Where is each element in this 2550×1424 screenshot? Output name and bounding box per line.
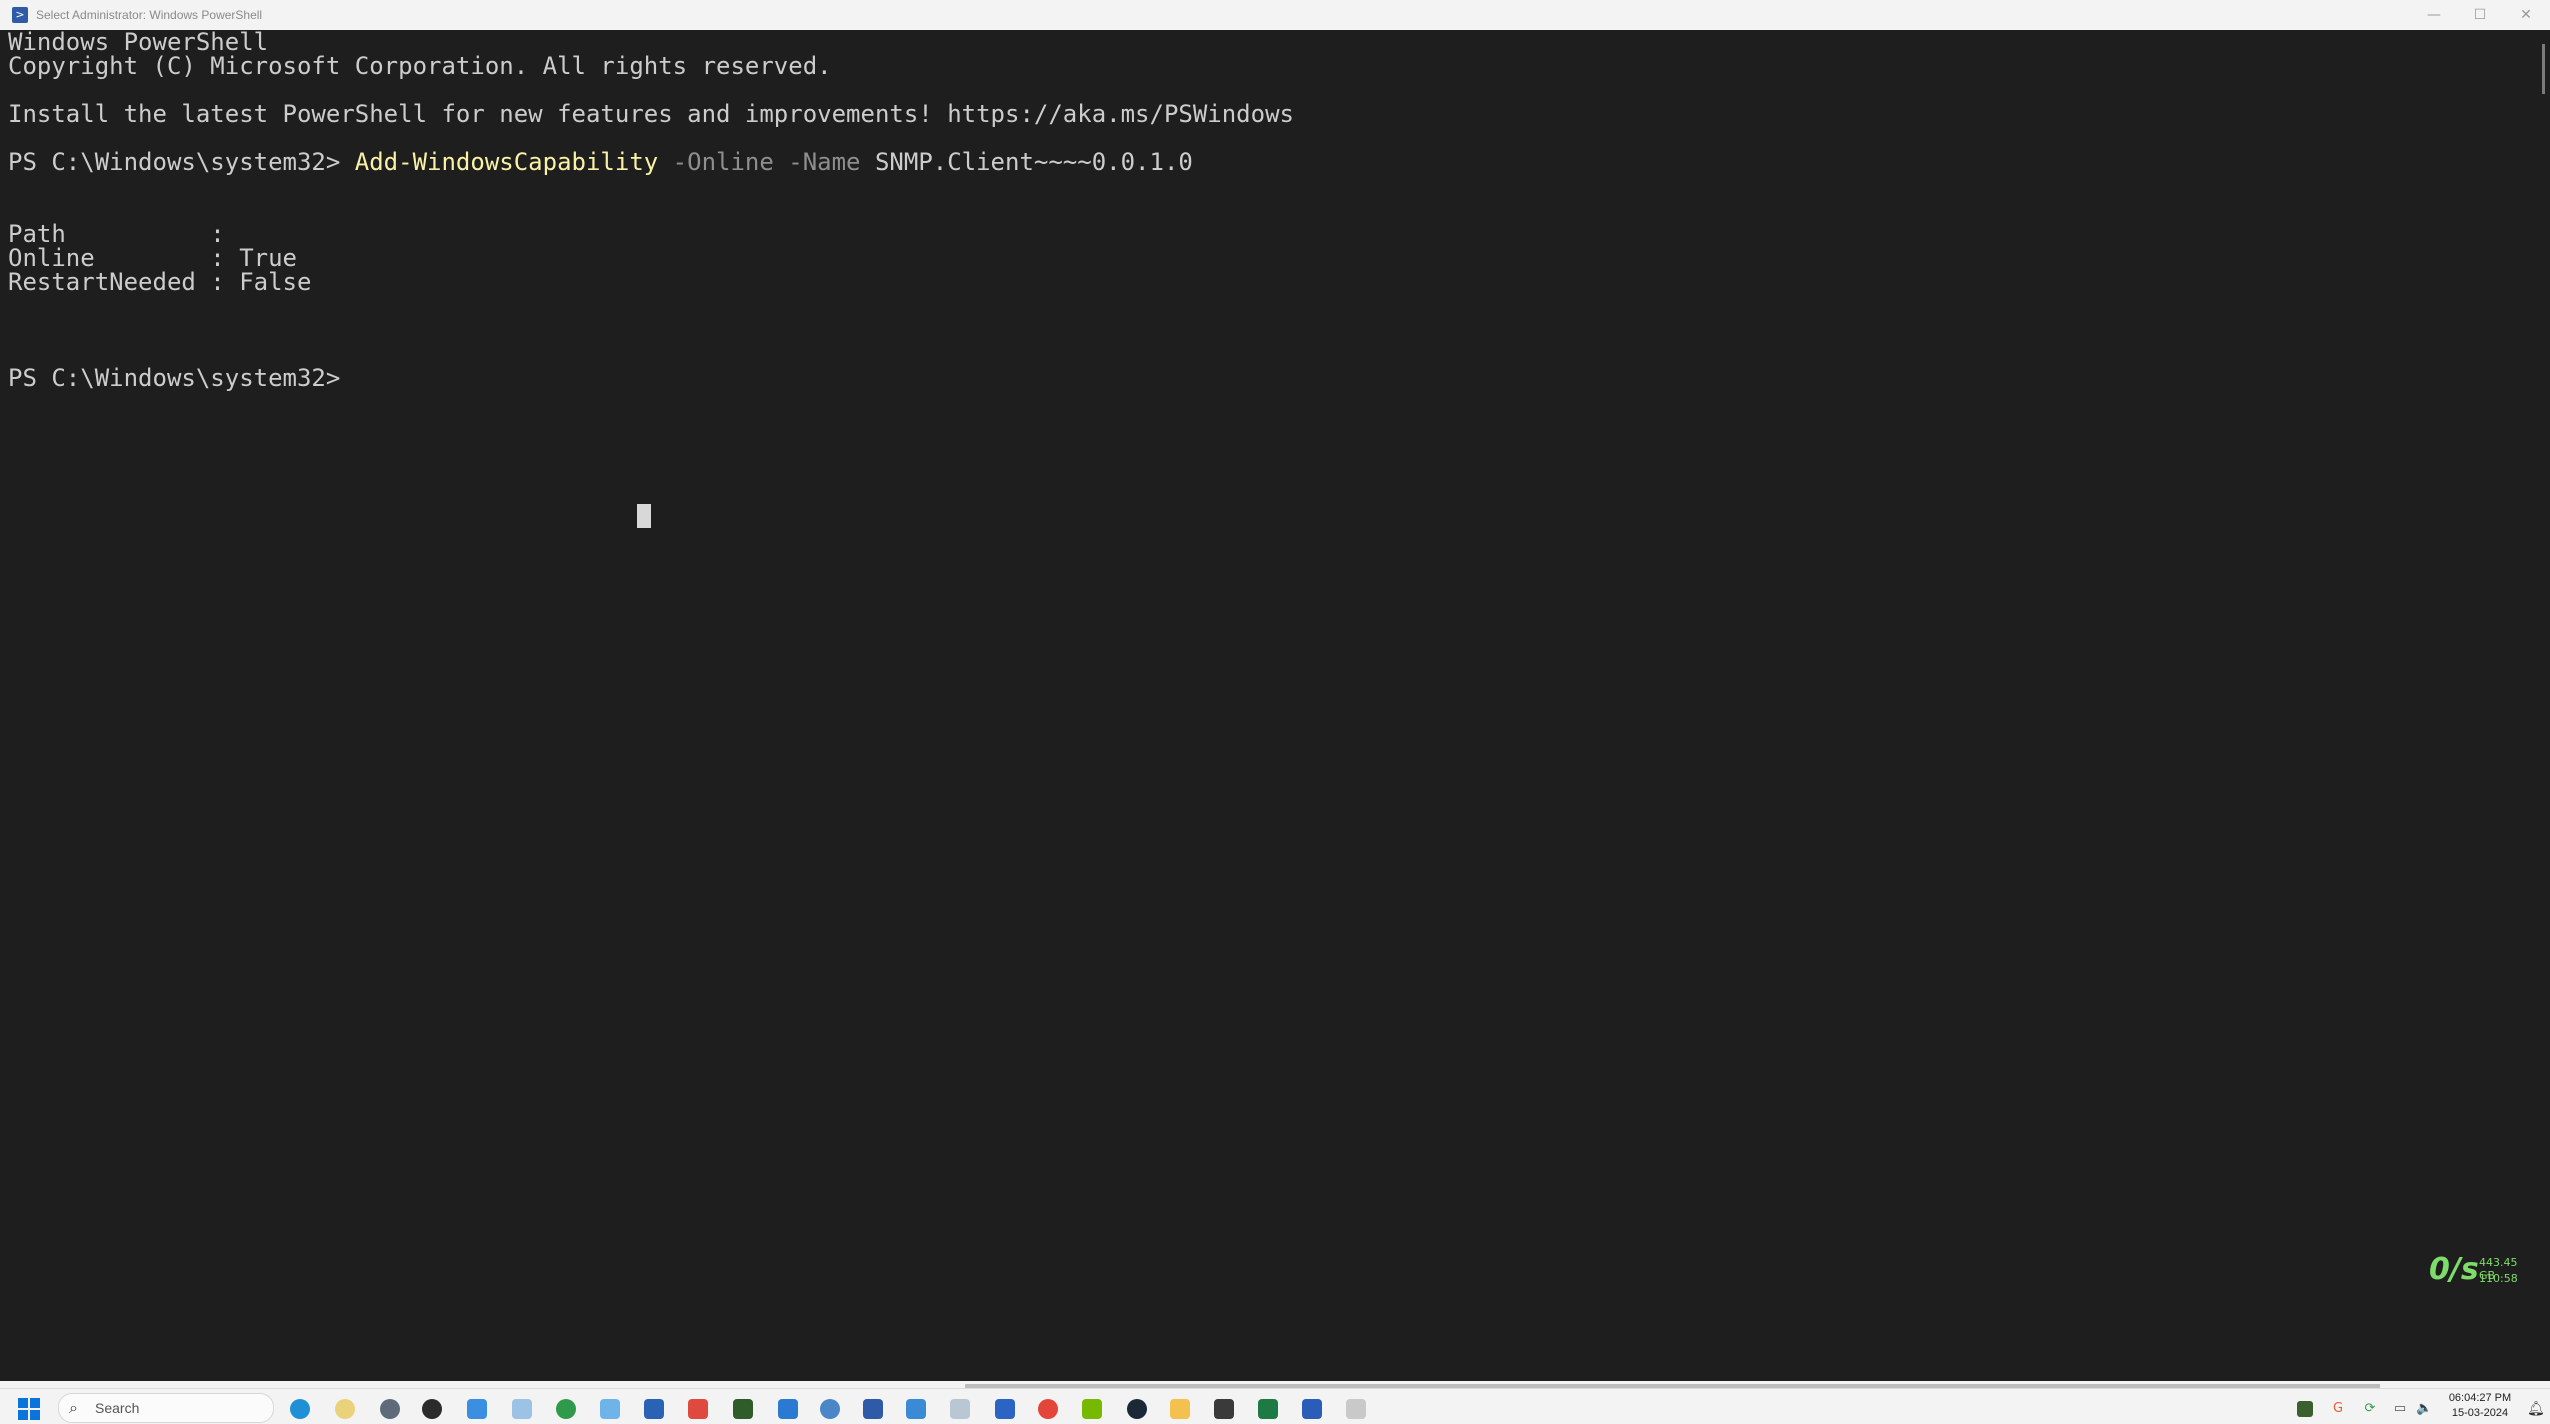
command-param-online: -Online (658, 148, 774, 176)
scrollbar-thumb[interactable] (2542, 44, 2545, 94)
charts-app-icon[interactable] (512, 1399, 532, 1419)
command-argument: SNMP.Client~~~~0.0.1.0 (860, 148, 1193, 176)
terminal-icon[interactable] (1214, 1399, 1234, 1419)
vscode-icon[interactable] (778, 1399, 798, 1419)
chrome-icon[interactable] (1038, 1399, 1058, 1419)
search-icon: ⌕ (69, 1398, 78, 1417)
clipboard-icon[interactable] (1346, 1399, 1366, 1419)
snipping-tool-icon[interactable] (688, 1399, 708, 1419)
taskbar-clock[interactable]: 06:04:27 PM 15-03-2024 (2442, 1391, 2518, 1421)
nvidia-control-icon[interactable] (1082, 1399, 1102, 1419)
console-prompt[interactable]: PS C:\Windows\system32> (8, 366, 340, 390)
teams-icon[interactable] (995, 1399, 1015, 1419)
windows-logo-tile (30, 1410, 40, 1420)
vertical-scrollbar[interactable] (2538, 30, 2550, 1385)
output-path: Path : (8, 220, 225, 248)
network-icon[interactable]: ▭ (2392, 1401, 2408, 1417)
tray-g-icon[interactable]: G (2330, 1401, 2346, 1417)
maximize-button[interactable]: ☐ (2457, 0, 2503, 30)
clock-app-icon[interactable] (335, 1399, 355, 1419)
volume-icon[interactable]: 🔈 (2416, 1401, 2432, 1417)
clock-time: 06:04:27 PM (2448, 1392, 2512, 1404)
search-placeholder: Search (95, 1400, 140, 1416)
powershell-icon[interactable] (863, 1399, 883, 1419)
r-studio-icon[interactable] (820, 1399, 840, 1419)
uptime: 110:58 (2479, 1272, 2518, 1285)
command-name: Add-WindowsCapability (354, 148, 659, 176)
excel-icon[interactable] (1258, 1399, 1278, 1419)
remote-desktop-icon[interactable] (950, 1399, 970, 1419)
taskbar-search[interactable]: ⌕ Search (58, 1393, 274, 1423)
prompt: PS C:\Windows\system32> (8, 148, 355, 176)
media-player-icon[interactable] (422, 1399, 442, 1419)
taskbar: ⌕ Search G ⟳ ▭ 🔈 06:04:27 PM 15-03-2024 … (0, 1388, 2550, 1424)
text-cursor (637, 504, 651, 528)
photos-icon[interactable] (600, 1399, 620, 1419)
command-param-name: -Name (773, 148, 861, 176)
network-monitor-overlay: 0/s 443.45 GB 110:58 (2425, 1252, 2537, 1292)
windows-logo-tile (30, 1398, 40, 1408)
settings-icon[interactable] (380, 1399, 400, 1419)
clock-date: 15-03-2024 (2451, 1407, 2509, 1419)
steam-icon[interactable] (1127, 1399, 1147, 1419)
tray-app-icon[interactable] (2297, 1401, 2313, 1417)
minimize-button[interactable]: — (2411, 0, 2457, 30)
window-title-bar[interactable]: > Select Administrator: Windows PowerShe… (0, 0, 2550, 31)
console-header-title: Windows PowerShell (8, 30, 269, 56)
powershell-icon: > (12, 7, 28, 23)
notification-bell-icon[interactable]: 🔔︎ (2527, 1401, 2545, 1417)
store-icon[interactable] (644, 1399, 664, 1419)
file-explorer-icon[interactable] (1170, 1399, 1190, 1419)
start-button[interactable] (18, 1398, 40, 1420)
output-online: Online : True (8, 244, 297, 272)
word-icon[interactable] (1302, 1399, 1322, 1419)
console-command-line: PS C:\Windows\system32> Add-WindowsCapab… (8, 150, 1193, 174)
close-button[interactable]: ✕ (2503, 0, 2549, 30)
image-viewer-icon[interactable] (906, 1399, 926, 1419)
notepad-icon[interactable] (467, 1399, 487, 1419)
network-rate: 0/s (2429, 1252, 2479, 1287)
tray-sync-icon[interactable]: ⟳ (2362, 1401, 2378, 1417)
console-copyright: Copyright (C) Microsoft Corporation. All… (8, 52, 832, 80)
console-output[interactable]: Windows PowerShell Copyright (C) Microso… (0, 30, 2538, 1385)
browser-icon[interactable] (556, 1399, 576, 1419)
console-install-notice: Install the latest PowerShell for new fe… (8, 100, 1294, 128)
output-restart-needed: RestartNeeded : False (8, 268, 312, 296)
nvidia-icon[interactable] (733, 1399, 753, 1419)
edge-icon[interactable] (290, 1399, 310, 1419)
windows-logo-tile (18, 1410, 28, 1420)
windows-logo-tile (18, 1398, 28, 1408)
window-title: Select Administrator: Windows PowerShell (36, 8, 263, 22)
